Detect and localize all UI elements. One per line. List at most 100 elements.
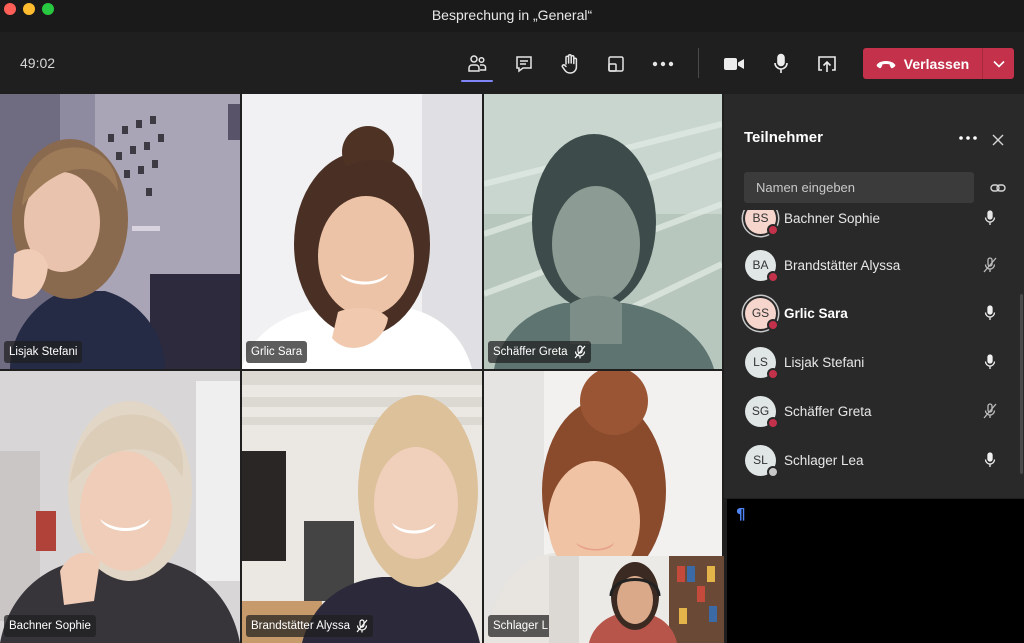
participant-name: Schäffer Greta <box>493 346 568 358</box>
leave-meeting-split-button: Verlassen <box>863 48 1014 79</box>
participant-mic-status <box>980 303 1000 323</box>
participant-name: Lisjak Stefani <box>9 346 78 358</box>
chat-icon <box>516 56 532 73</box>
participant-video <box>242 94 482 369</box>
self-video <box>549 556 724 643</box>
avatar: SL <box>745 444 779 478</box>
participant-item[interactable]: LS Lisjak Stefani <box>724 338 1024 386</box>
avatar-initials: SG <box>751 404 770 418</box>
share-screen-button[interactable] <box>812 49 842 79</box>
avatar-initials: BA <box>752 258 769 272</box>
close-icon <box>992 134 1004 146</box>
participants-panel: Teilnehmer BS Bachner Sophie <box>724 94 1024 498</box>
microphone-icon <box>984 354 996 369</box>
participant-mic-status <box>980 352 1000 372</box>
participant-mic-status <box>980 210 1000 228</box>
participant-item[interactable]: BS Bachner Sophie <box>724 210 1024 242</box>
participant-nameplate: Bachner Sophie <box>4 615 96 637</box>
video-tile[interactable]: Bachner Sophie <box>0 371 240 643</box>
link-icon <box>990 184 1006 192</box>
participant-item[interactable]: BA Brandstätter Alyssa <box>724 241 1024 289</box>
muted-microphone-icon <box>983 403 997 419</box>
participant-video <box>242 371 482 643</box>
participant-name: Schlager L <box>493 620 548 632</box>
participant-nameplate: Schäffer Greta <box>488 341 591 363</box>
panel-close-button[interactable] <box>988 130 1008 150</box>
video-tile[interactable]: Lisjak Stefani <box>0 94 240 369</box>
participant-video <box>0 94 240 369</box>
meeting-timer: 49:02 <box>20 55 56 71</box>
panel-title: Teilnehmer <box>744 129 823 146</box>
more-icon <box>959 136 977 140</box>
participant-nameplate: Brandstätter Alyssa <box>246 615 374 637</box>
status-busy-indicator <box>767 223 779 236</box>
participant-video <box>0 371 240 643</box>
status-away-indicator <box>767 465 779 478</box>
copy-join-link-button[interactable] <box>988 178 1008 198</box>
people-icon <box>468 55 487 72</box>
window-title: Besprechung in „General“ <box>431 7 593 23</box>
avatar-initials: SL <box>753 453 768 467</box>
participant-name: Grlic Sara <box>251 346 303 358</box>
share-screen-icon <box>818 56 836 72</box>
avatar: LS <box>745 346 779 380</box>
status-busy-indicator <box>767 416 779 429</box>
show-chat-button[interactable] <box>509 49 539 79</box>
participant-nameplate: Lisjak Stefani <box>4 341 83 363</box>
avatar: BS <box>745 210 779 236</box>
avatar: BA <box>745 249 779 283</box>
leave-options-button[interactable] <box>983 48 1014 79</box>
participant-name: Brandstätter Alyssa <box>784 257 901 273</box>
video-tile[interactable]: Brandstätter Alyssa <box>242 371 482 643</box>
more-icon <box>652 61 674 67</box>
participant-mic-status <box>980 401 1000 421</box>
active-tab-indicator <box>461 80 493 82</box>
status-busy-indicator <box>767 318 779 331</box>
muted-microphone-icon <box>356 619 368 633</box>
participant-item[interactable]: GS Grlic Sara <box>724 289 1024 337</box>
status-busy-indicator <box>767 367 779 380</box>
participant-list-scrollbar[interactable] <box>1020 294 1023 474</box>
leave-button[interactable]: Verlassen <box>863 48 982 79</box>
participant-item[interactable]: SL Schlager Lea <box>724 436 1024 484</box>
avatar-initials: LS <box>753 355 768 369</box>
microphone-icon <box>984 305 996 320</box>
participant-search-input[interactable] <box>744 172 974 203</box>
share-tray-button[interactable] <box>601 49 631 79</box>
panel-more-options-button[interactable] <box>956 127 980 149</box>
video-tile[interactable]: Grlic Sara <box>242 94 482 369</box>
share-tray-icon <box>608 56 624 72</box>
participant-mic-status <box>980 255 1000 275</box>
participant-nameplate: Grlic Sara <box>246 341 308 363</box>
avatar: GS <box>745 297 779 331</box>
toolbar-divider <box>698 48 699 78</box>
camera-toggle-button[interactable] <box>719 49 749 79</box>
self-view-video[interactable] <box>549 556 724 643</box>
title-bar: Besprechung in „General“ <box>0 0 1024 32</box>
text-editor-area[interactable]: ¶ <box>727 499 1024 643</box>
avatar-initials: BS <box>752 211 769 225</box>
participant-name: Bachner Sophie <box>784 210 881 226</box>
show-participants-button[interactable] <box>462 49 492 79</box>
participant-video <box>484 94 722 369</box>
hang-up-icon <box>876 60 896 68</box>
participant-mic-status <box>980 450 1000 470</box>
avatar-initials: GS <box>751 306 770 320</box>
participant-name: Grlic Sara <box>784 305 848 321</box>
chevron-down-icon <box>992 60 1005 68</box>
participant-list: BS Bachner Sophie BA Brandstätter Alyssa <box>724 210 1024 498</box>
microphone-icon <box>984 210 996 225</box>
microphone-toggle-button[interactable] <box>766 49 796 79</box>
participant-item[interactable]: SG Schäffer Greta <box>724 387 1024 435</box>
muted-microphone-icon <box>983 257 997 273</box>
muted-microphone-icon <box>574 345 586 359</box>
participant-name: Brandstätter Alyssa <box>251 620 351 632</box>
avatar: SG <box>745 395 779 429</box>
participant-name: Bachner Sophie <box>9 620 91 632</box>
video-tile[interactable]: Schäffer Greta <box>484 94 722 369</box>
raise-hand-button[interactable] <box>555 49 585 79</box>
participant-nameplate: Schlager L <box>488 615 553 637</box>
raise-hand-icon <box>561 54 578 74</box>
more-actions-button[interactable] <box>648 49 678 79</box>
leave-label: Verlassen <box>903 55 970 72</box>
